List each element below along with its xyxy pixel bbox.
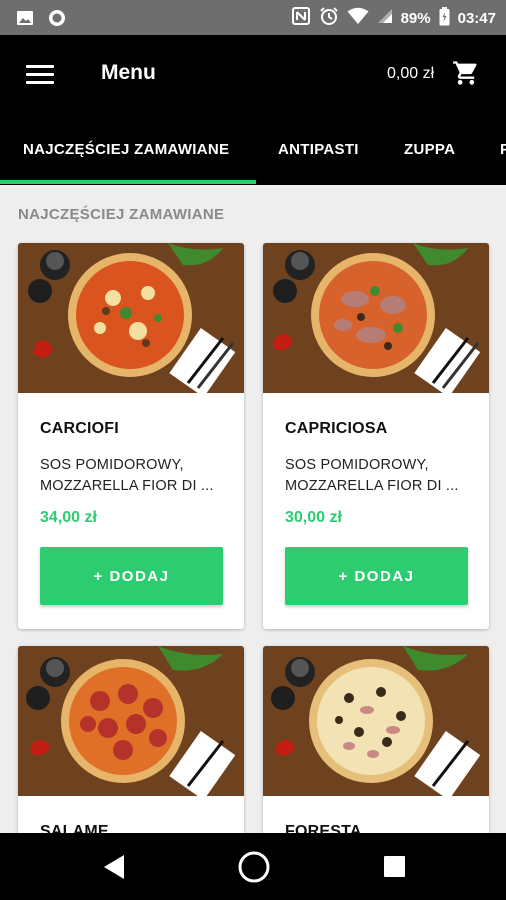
product-description-line1: SOS POMIDOROWY, (285, 457, 429, 473)
tab-next-partial[interactable]: P (500, 141, 506, 158)
battery-icon (439, 6, 450, 30)
menu-icon[interactable] (26, 65, 54, 87)
nfc-icon (291, 6, 311, 30)
gallery-notification-icon (16, 10, 34, 31)
tab-selected-indicator (0, 180, 256, 184)
system-navigation-bar (0, 833, 506, 900)
page-title: Menu (101, 61, 156, 84)
pizza-capriciosa-image (263, 243, 489, 393)
alarm-icon (319, 6, 339, 30)
shopping-cart-icon[interactable] (452, 59, 480, 92)
pizza-foresta-image (263, 646, 489, 796)
product-price: 30,00 zł (285, 509, 342, 526)
back-icon[interactable] (102, 853, 126, 886)
product-description-line2: MOZZARELLA FIOR DI ... (40, 478, 214, 494)
add-to-cart-button[interactable]: + DODAJ (285, 547, 468, 605)
product-name: CAPRICIOSA (285, 420, 388, 437)
tab-zuppa[interactable]: ZUPPA (404, 141, 455, 158)
home-icon[interactable] (237, 850, 271, 889)
clock: 03:47 (457, 9, 496, 27)
add-to-cart-button[interactable]: + DODAJ (40, 547, 223, 605)
product-description-line2: MOZZARELLA FIOR DI ... (285, 478, 459, 494)
recent-apps-icon[interactable] (384, 856, 405, 877)
product-card-capriciosa[interactable]: CAPRICIOSA SOS POMIDOROWY, MOZZARELLA FI… (263, 243, 489, 629)
app-bar: Menu 0,00 zł NAJCZĘŚCIEJ ZAMAWIANE ANTIP… (0, 35, 506, 185)
product-name: CARCIOFI (40, 420, 119, 437)
product-description-line1: SOS POMIDOROWY, (40, 457, 184, 473)
category-tabs: NAJCZĘŚCIEJ ZAMAWIANE ANTIPASTI ZUPPA P (0, 133, 506, 185)
section-title: NAJCZĘŚCIEJ ZAMAWIANE (18, 206, 225, 223)
product-price: 34,00 zł (40, 509, 97, 526)
status-bar: 89% 03:47 (0, 0, 506, 35)
product-description: SOS POMIDOROWY, MOZZARELLA FIOR DI ... (40, 455, 225, 497)
product-card-salame[interactable]: SALAME (18, 646, 244, 846)
product-card-foresta[interactable]: FORESTA (263, 646, 489, 846)
signal-icon (377, 8, 393, 28)
tab-antipasti[interactable]: ANTIPASTI (278, 141, 359, 158)
cart-total[interactable]: 0,00 zł (387, 65, 434, 83)
pizza-salame-image (18, 646, 244, 796)
pizza-carciofi-image (18, 243, 244, 393)
battery-percent: 89% (400, 9, 431, 27)
product-card-carciofi[interactable]: CARCIOFI SOS POMIDOROWY, MOZZARELLA FIOR… (18, 243, 244, 629)
tab-najczesciej-zamawiane[interactable]: NAJCZĘŚCIEJ ZAMAWIANE (23, 141, 229, 158)
wifi-icon (347, 7, 369, 29)
product-description: SOS POMIDOROWY, MOZZARELLA FIOR DI ... (285, 455, 470, 497)
record-notification-icon (48, 9, 66, 32)
